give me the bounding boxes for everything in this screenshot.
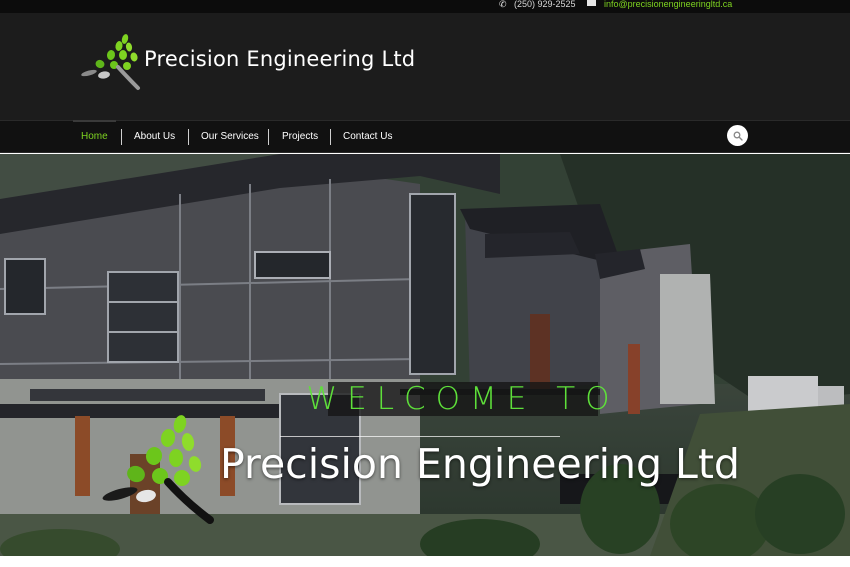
nav-item-about-us[interactable]: About Us: [134, 121, 175, 152]
welcome-banner: WELCOME TO: [306, 381, 609, 417]
nav-item-projects[interactable]: Projects: [282, 121, 318, 152]
page-bottom: [0, 556, 850, 567]
nav-item-our-services[interactable]: Our Services: [201, 121, 259, 152]
phone-contact[interactable]: ✆ (250) 929-2525: [499, 0, 576, 9]
top-contact-bar: ✆ (250) 929-2525 info@precisionengineeri…: [0, 0, 850, 13]
nav-item-contact-us[interactable]: Contact Us: [343, 121, 392, 152]
hero-banner: WELCOME TO Precision Engineering Ltd: [0, 154, 850, 556]
main-nav: Home About Us Our Services Projects Cont…: [0, 120, 850, 153]
envelope-icon: [587, 0, 596, 6]
email-address: info@precisionengineeringltd.ca: [604, 0, 733, 9]
email-contact[interactable]: info@precisionengineeringltd.ca: [587, 0, 733, 9]
search-button[interactable]: [727, 125, 748, 146]
site-header: Precision Engineering Ltd: [0, 13, 850, 120]
phone-number: (250) 929-2525: [514, 0, 576, 9]
hero-divider: [280, 436, 560, 437]
nav-item-home[interactable]: Home: [73, 120, 116, 152]
leaf-logo-icon: [102, 415, 214, 524]
page: ✆ (250) 929-2525 info@precisionengineeri…: [0, 0, 850, 567]
nav-divider: [330, 129, 331, 145]
nav-divider: [121, 129, 122, 145]
welcome-text: WELCOME TO: [306, 381, 620, 417]
nav-divider: [268, 129, 269, 145]
leaf-logo-icon[interactable]: [78, 33, 142, 91]
brand-name[interactable]: Precision Engineering Ltd: [144, 47, 415, 71]
hero-title: Precision Engineering Ltd: [220, 440, 740, 488]
nav-divider: [188, 129, 189, 145]
phone-icon: ✆: [499, 0, 507, 9]
search-icon: [733, 131, 743, 141]
